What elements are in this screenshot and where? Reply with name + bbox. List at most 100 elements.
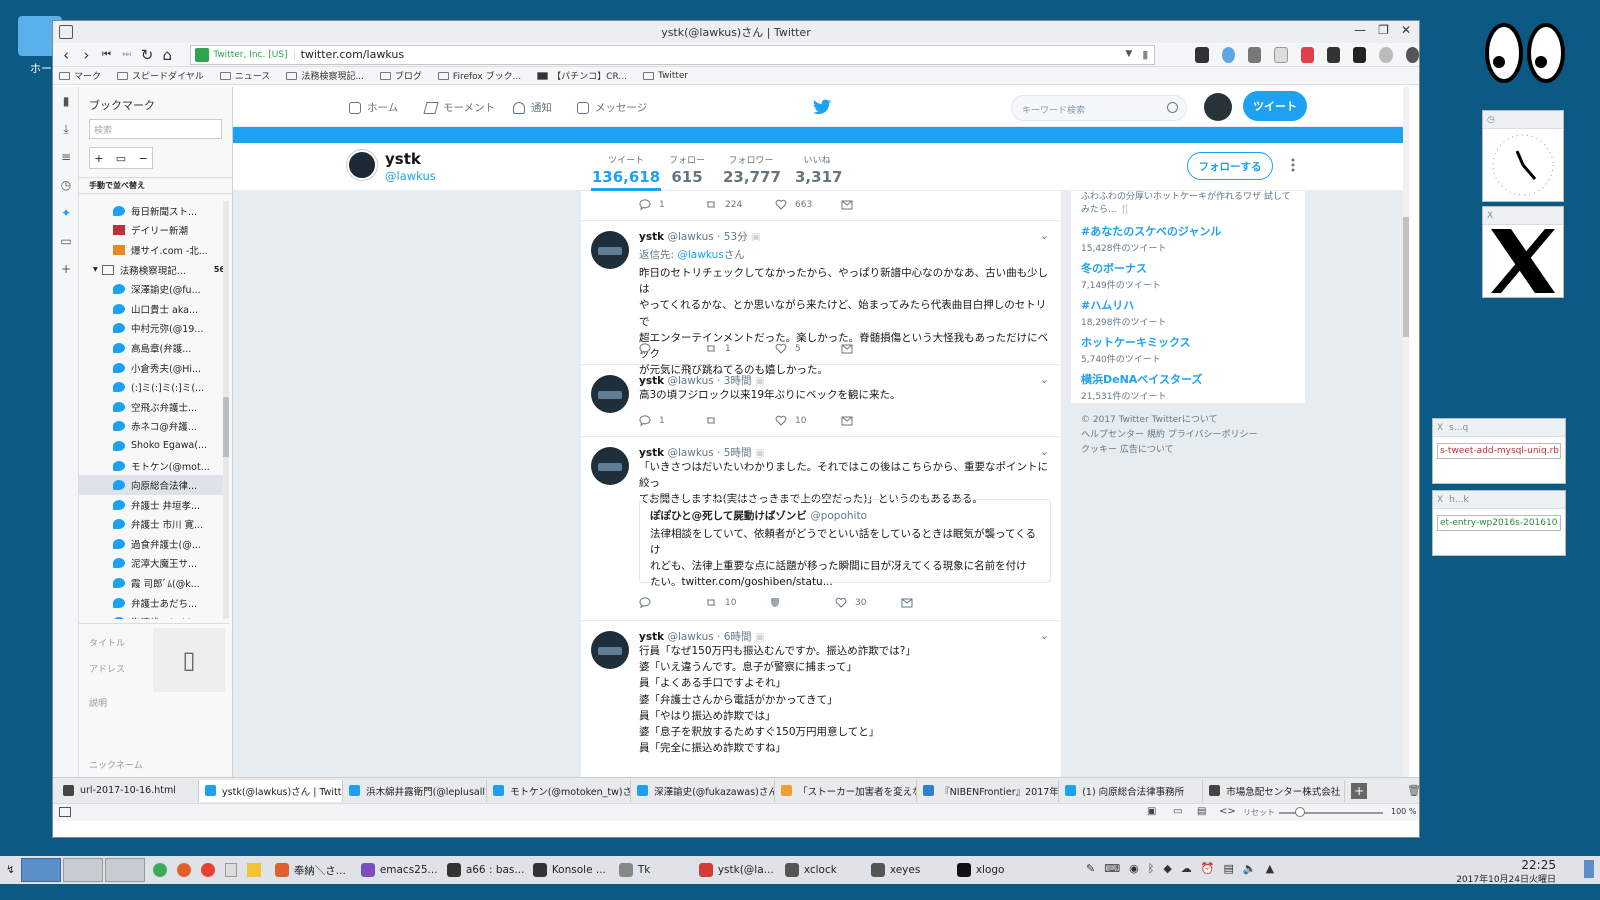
dropdown-arrow-icon[interactable]: ▼	[1125, 49, 1132, 59]
maximize-icon[interactable]: ❐	[1378, 23, 1389, 37]
home-icon[interactable]: ⌂	[158, 45, 176, 65]
profile-handle[interactable]: @lawkus	[385, 169, 436, 183]
url-text[interactable]: twitter.com/lawkus	[301, 48, 405, 61]
bookmark-tree-item[interactable]: デイリー新潮	[79, 221, 229, 241]
sort-mode-label[interactable]: 手動で並べ替え	[79, 177, 232, 194]
like-action[interactable]: 663	[775, 199, 841, 210]
bookmark-folder-1[interactable]: スピードダイヤル	[117, 69, 204, 82]
ev-certificate-label[interactable]: Twitter, Inc. [US]	[213, 49, 295, 60]
twitter-bird-icon[interactable]	[813, 99, 831, 115]
trend-intro-text[interactable]: ふわふわの分厚いホットケーキが作れるワザ 試して みたら... 🍴	[1081, 191, 1295, 217]
browser-tab[interactable]: 浜木綿井露衛門(@leplusall	[343, 779, 488, 802]
bookmark-tree-item[interactable]: 爆サイ.com -北...	[79, 240, 229, 260]
compose-tweet-button[interactable]: ツイート	[1243, 91, 1307, 121]
tweet-author-handle[interactable]: @lawkus	[667, 231, 713, 243]
files-launcher-icon[interactable]	[224, 863, 237, 877]
quoted-tweet[interactable]: ぽぽひと@死して屍動けばゾンビ @popohito 法律相談をしていて、依頼者が…	[639, 499, 1051, 588]
workspace-1[interactable]	[20, 858, 61, 882]
browser-window[interactable]: ystk(@lawkus)さん | Twitter — ❐ ✕ ‹ › ⏮ ⏭ ↻ …	[52, 20, 1420, 838]
nav-notifications[interactable]: 通知	[513, 100, 552, 115]
clipboard-icon[interactable]: ▤	[1224, 862, 1234, 875]
downloads-panel-icon[interactable]: ⤓	[53, 115, 79, 143]
bookmark-tree-item[interactable]: 中村元弥(@19...	[79, 319, 229, 339]
dots-extension-icon[interactable]	[1353, 46, 1367, 63]
tweet-avatar[interactable]	[591, 375, 629, 413]
profile-name[interactable]: ystk	[385, 150, 421, 168]
profile-avatar[interactable]	[347, 150, 377, 180]
tweet-author-handle[interactable]: @lawkus	[667, 631, 713, 643]
trend-item[interactable]: #あなたのスケベのジャンル 15,428件のツイート	[1081, 223, 1295, 254]
add-panel-icon[interactable]: +	[53, 255, 79, 283]
browser-tab[interactable]: (1) 向原総合法律事務所	[1059, 779, 1204, 802]
chrome-launcher-icon[interactable]	[200, 863, 215, 877]
code-icon[interactable]: <>	[1219, 806, 1236, 817]
tweet-avatar[interactable]	[591, 231, 629, 269]
reply-action[interactable]: 1	[639, 415, 705, 426]
bookmark-tree-item[interactable]: 向原総合法律...	[79, 475, 229, 495]
retweet-action[interactable]: 224	[705, 199, 775, 210]
window-titlebar[interactable]: ystk(@lawkus)さん | Twitter — ❐ ✕	[53, 21, 1419, 43]
zoom-reset-label[interactable]: リセット	[1243, 807, 1275, 818]
bookmark-tree-item[interactable]: ▾ 法務検察現記... 56	[79, 260, 229, 280]
dm-action[interactable]	[901, 597, 913, 608]
taskbar-task[interactable]: Tk	[611, 858, 691, 882]
cloud-icon[interactable]: ☁	[1181, 862, 1192, 875]
bookmark-folder-5[interactable]: Firefox ブック...	[437, 69, 521, 82]
trend-item[interactable]: #ハムリハ 18,298件のツイート	[1081, 297, 1295, 328]
dm-action[interactable]	[841, 199, 853, 210]
account-avatar[interactable]	[1204, 93, 1232, 121]
window-icon[interactable]: ▭	[1173, 806, 1182, 817]
tweet-avatar[interactable]	[591, 447, 629, 485]
bookmark-folder-3[interactable]: 法務検察現記...	[286, 69, 364, 82]
tweet-time[interactable]: · 53分	[717, 231, 748, 243]
tweet-author-name[interactable]: ystk	[639, 631, 664, 643]
twitter-search-input[interactable]: キーワード検索	[1011, 95, 1187, 121]
tweet-author-name[interactable]: ystk	[639, 447, 664, 459]
trend-item[interactable]: ホットケーキミックス 5,740件のツイート	[1081, 334, 1295, 365]
tweet-menu-chevron-icon[interactable]: ⌄	[1040, 445, 1049, 458]
browser-tab[interactable]: ystk(@lawkus)さん | Twitte	[199, 779, 344, 802]
bookmark-tree-item[interactable]: 弁護士 市川 寛...	[79, 515, 229, 535]
page-panel-icon[interactable]: ▭	[53, 227, 79, 255]
footer-line[interactable]: © 2017 Twitter Twitterについて	[1081, 413, 1281, 428]
browser-tab[interactable]: 市場急配センター株式会社	[1203, 779, 1346, 802]
fast-forward-icon[interactable]: ⏭	[118, 45, 136, 65]
app-menu-icon[interactable]	[59, 25, 73, 39]
bookmark-tree-item[interactable]: 毎日新聞スト...	[79, 201, 229, 221]
xmessage-window-2[interactable]: Xh...k et-entry-wp2016s-201610	[1432, 490, 1566, 556]
bookmark-tree-item[interactable]: 泥濘大魔王サ...	[79, 554, 229, 574]
bookmark-tree-item[interactable]: 小倉秀夫(@Hi...	[79, 358, 229, 378]
bookmark-tree-item[interactable]: 空飛ぶ弁護士...	[79, 397, 229, 417]
workspace-3[interactable]	[104, 858, 145, 882]
footer-line[interactable]: クッキー 広告について	[1081, 443, 1281, 458]
zoom-slider[interactable]	[1279, 807, 1383, 817]
quicklaunch-icon-1[interactable]	[152, 863, 167, 877]
bookmark-folder-0[interactable]: マーク	[59, 69, 101, 82]
bookmark-link-6[interactable]: 【パチンコ】CR...	[537, 69, 627, 82]
retweet-action[interactable]	[705, 415, 775, 426]
tweet-time[interactable]: · 5時間	[717, 447, 751, 459]
like-action[interactable]: 5	[775, 343, 841, 354]
bookmark-folder-2[interactable]: ニュース	[219, 69, 270, 82]
tweet-item[interactable]: ystk @lawkus · 53分 ▣ ⌄ 返信先: @lawkusさん 昨日…	[581, 221, 1061, 376]
browser-tab[interactable]: 深澤諭史(@fukazawas)さん	[631, 779, 776, 802]
tray-expand-icon[interactable]: ▲	[1266, 862, 1274, 875]
reply-action[interactable]	[639, 343, 705, 354]
bluetooth-icon[interactable]: ᛒ	[1148, 862, 1155, 875]
bookmark-folder-4[interactable]: ブログ	[379, 69, 422, 82]
bookmark-tree-item[interactable]: 高島章(弁護...	[79, 338, 229, 358]
chrome-tray-icon[interactable]: ◉	[1129, 862, 1139, 875]
url-bar[interactable]: Twitter, Inc. [US] twitter.com/lawkus ▼ …	[190, 44, 1156, 65]
bookmark-folder-7[interactable]: Twitter	[642, 71, 688, 81]
reload-icon[interactable]: ↻	[138, 45, 156, 65]
tweet-menu-chevron-icon[interactable]: ⌄	[1040, 229, 1049, 242]
book-extension-icon[interactable]	[1247, 46, 1262, 63]
tweet-menu-chevron-icon[interactable]: ⌄	[1040, 629, 1049, 642]
tweet-author-handle[interactable]: @lawkus	[667, 375, 713, 387]
add-bookmark-icon[interactable]: +	[94, 152, 103, 165]
bookmark-tree-scrollbar[interactable]	[223, 201, 229, 619]
xmessage-window-1[interactable]: Xs...q s-tweet-add-mysql-uniq.rb	[1432, 418, 1566, 484]
owl-extension-icon[interactable]	[1195, 46, 1209, 63]
bookmark-tree-item[interactable]: 赤ネコ@弁護...	[79, 417, 229, 437]
tweet-time[interactable]: · 3時間	[717, 375, 751, 387]
